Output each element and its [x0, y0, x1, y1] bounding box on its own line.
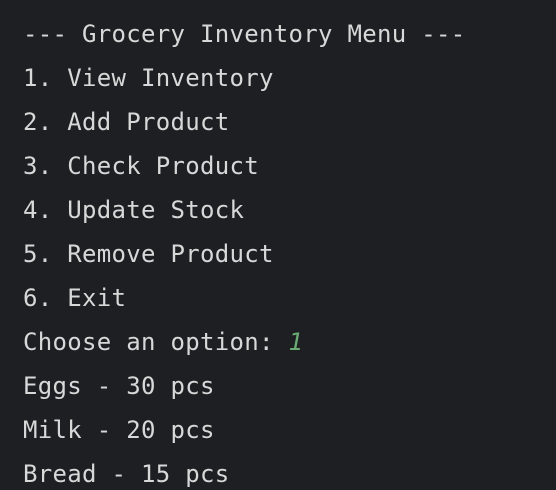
menu-item-exit: 6. Exit: [23, 284, 127, 312]
user-input-value: 1: [288, 328, 304, 356]
console-output: --- Grocery Inventory Menu --- 1. View I…: [0, 0, 556, 490]
prompt-line[interactable]: Choose an option: 1: [23, 320, 556, 364]
output-line-milk: Milk - 20 pcs: [23, 416, 215, 444]
menu-item-check-product: 3. Check Product: [23, 152, 259, 180]
menu-item-update-stock: 4. Update Stock: [23, 196, 245, 224]
menu-title: --- Grocery Inventory Menu ---: [23, 20, 466, 48]
menu-item-add-product: 2. Add Product: [23, 108, 230, 136]
output-line-bread: Bread - 15 pcs: [23, 460, 230, 488]
menu-item-view-inventory: 1. View Inventory: [23, 64, 274, 92]
menu-item-remove-product: 5. Remove Product: [23, 240, 274, 268]
output-line-eggs: Eggs - 30 pcs: [23, 372, 215, 400]
prompt-text: Choose an option:: [23, 328, 289, 356]
